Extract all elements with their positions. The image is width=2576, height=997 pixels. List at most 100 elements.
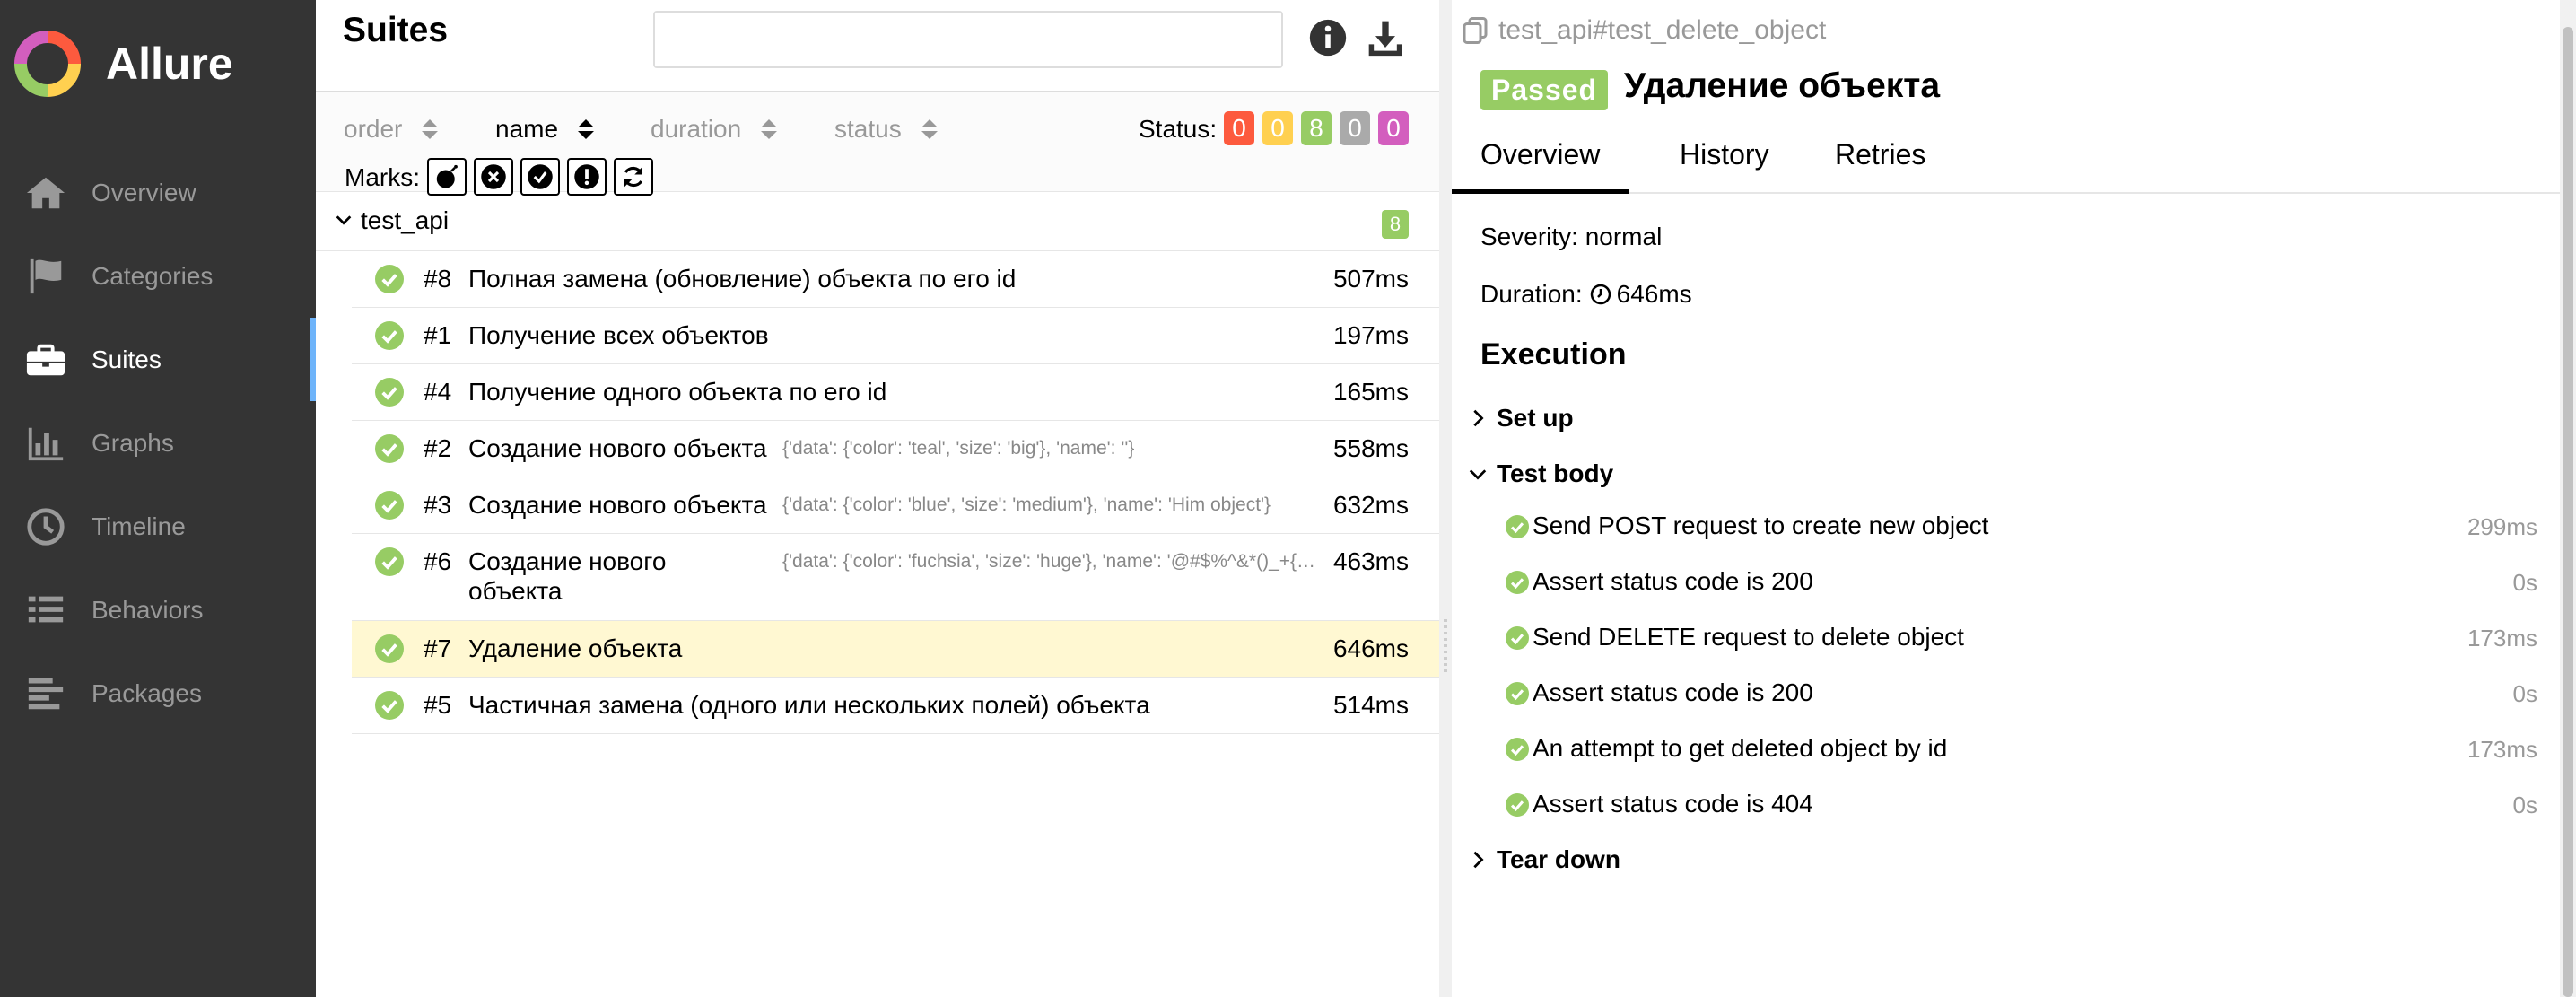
scrollbar[interactable] [2560, 0, 2576, 997]
test-path[interactable]: test_api#test_delete_object [1459, 14, 1826, 47]
brand-name: Allure [106, 38, 233, 89]
passed-status-icon [375, 691, 404, 720]
chevron-right-icon [1473, 851, 1484, 869]
table-row[interactable]: #3 Создание нового объекта {'data': {'co… [352, 477, 1439, 534]
sidebar-item-timeline[interactable]: Timeline [0, 485, 316, 568]
clock-icon [25, 506, 66, 547]
test-name: Создание нового объекта [468, 434, 767, 462]
step-row[interactable]: Assert status code is 404 0s [1506, 788, 2537, 824]
stage-test-body[interactable]: Test body [1468, 459, 1613, 488]
sort-order[interactable]: order [344, 115, 439, 144]
passed-status-icon [375, 378, 404, 407]
sidebar-item-behaviors[interactable]: Behaviors [0, 568, 316, 652]
flag-icon [25, 256, 66, 297]
tab-retries[interactable]: Retries [1806, 138, 1954, 194]
sort-status[interactable]: status [834, 115, 938, 144]
pane-splitter[interactable] [1439, 0, 1452, 997]
test-name: Получение одного объекта по его id [468, 378, 887, 406]
detail-tabs: Overview History Retries [1452, 131, 2560, 194]
sort-status-label: status [834, 115, 902, 143]
severity: Severity: normal [1480, 223, 1663, 250]
status-passed-toggle[interactable]: 8 [1301, 111, 1332, 145]
sort-bar: order name duration status Status: 0 0 8… [316, 92, 1439, 196]
mark-new-passed-toggle[interactable] [520, 158, 560, 196]
test-duration: 507ms [1332, 265, 1409, 293]
test-duration: 632ms [1332, 491, 1409, 519]
sidebar-item-label: Packages [92, 678, 202, 707]
chevron-down-icon [1469, 469, 1487, 480]
sort-icon [761, 119, 778, 139]
stage-teardown[interactable]: Tear down [1468, 845, 1620, 874]
duration-label: Duration: [1480, 280, 1583, 308]
step-row[interactable]: Send POST request to create new object 2… [1506, 510, 2537, 546]
test-duration: 197ms [1332, 321, 1409, 349]
passed-status-icon [1506, 793, 1529, 817]
passed-status-icon [1506, 626, 1529, 650]
download-icon[interactable] [1366, 18, 1405, 57]
stage-setup[interactable]: Set up [1468, 404, 1574, 433]
align-left-icon [25, 673, 66, 714]
status-filter-label: Status: [1139, 115, 1218, 143]
table-row[interactable]: #2 Создание нового объекта {'data': {'co… [352, 421, 1439, 477]
step-duration: 0s [2512, 791, 2537, 818]
sort-icon [422, 119, 439, 139]
test-duration: 558ms [1332, 434, 1409, 462]
tab-overview[interactable]: Overview [1452, 138, 1629, 194]
test-duration: 165ms [1332, 378, 1409, 406]
test-parameters: {'data': {'color': 'teal', 'size': 'big'… [782, 438, 1135, 459]
status-unknown-toggle[interactable]: 0 [1378, 111, 1409, 145]
stage-label: Set up [1497, 404, 1574, 432]
step-row[interactable]: Send DELETE request to delete object 173… [1506, 621, 2537, 657]
times-circle-icon [481, 164, 506, 189]
copy-icon[interactable] [1459, 14, 1491, 47]
table-row[interactable]: #6 Создание нового объекта {'data': {'co… [352, 534, 1439, 621]
table-row[interactable]: #5 Частичная замена (одного или нескольк… [352, 678, 1439, 734]
step-row[interactable]: An attempt to get deleted object by id 1… [1506, 732, 2537, 768]
status-failed-toggle[interactable]: 0 [1224, 111, 1254, 145]
stage-label: Tear down [1497, 845, 1620, 873]
test-name: Частичная замена (одного или нескольких … [468, 691, 1150, 719]
mark-flaky-toggle[interactable] [427, 158, 467, 196]
sort-name[interactable]: name [495, 115, 595, 144]
test-duration: 514ms [1332, 691, 1409, 719]
sidebar-item-graphs[interactable]: Graphs [0, 401, 316, 485]
mark-new-failed-toggle[interactable] [474, 158, 513, 196]
sort-duration-label: duration [651, 115, 742, 143]
list-icon [25, 590, 66, 631]
exclamation-circle-icon [574, 164, 599, 189]
splitter-handle[interactable] [1444, 619, 1447, 673]
mark-new-broken-toggle[interactable] [567, 158, 607, 196]
table-row-selected[interactable]: #7 Удаление объекта 646ms [352, 621, 1439, 678]
sidebar-item-suites[interactable]: Suites [0, 318, 316, 401]
info-icon[interactable] [1308, 18, 1348, 57]
table-row[interactable]: #1 Получение всех объектов 197ms [352, 308, 1439, 364]
search-input[interactable] [653, 11, 1283, 68]
sidebar-nav: Overview Categories Suites Graphs Timeli… [0, 151, 316, 735]
sidebar-item-packages[interactable]: Packages [0, 652, 316, 735]
sort-duration[interactable]: duration [651, 115, 778, 144]
step-row[interactable]: Assert status code is 200 0s [1506, 565, 2537, 601]
status-badge: Passed [1480, 70, 1609, 110]
sidebar-item-categories[interactable]: Categories [0, 234, 316, 318]
table-row[interactable]: #8 Полная замена (обновление) объекта по… [352, 251, 1439, 308]
test-number: #2 [424, 434, 452, 462]
tab-history[interactable]: History [1651, 138, 1798, 194]
mark-retries-toggle[interactable] [614, 158, 653, 196]
brand[interactable]: Allure [0, 0, 316, 127]
status-skipped-toggle[interactable]: 0 [1340, 111, 1370, 145]
suite-group-header[interactable]: test_api 8 [316, 192, 1439, 251]
step-name: Send DELETE request to delete object [1533, 623, 1964, 651]
passed-status-icon [1506, 571, 1529, 594]
clock-icon [1590, 284, 1611, 305]
suites-header: Suites [316, 0, 1439, 92]
execution-heading: Execution [1480, 337, 1627, 372]
status-broken-toggle[interactable]: 0 [1262, 111, 1293, 145]
test-number: #5 [424, 691, 452, 719]
test-name: Удаление объекта [468, 634, 683, 662]
step-row[interactable]: Assert status code is 200 0s [1506, 677, 2537, 713]
table-row[interactable]: #4 Получение одного объекта по его id 16… [352, 364, 1439, 421]
test-path-text: test_api#test_delete_object [1498, 15, 1827, 45]
sidebar-item-overview[interactable]: Overview [0, 151, 316, 234]
test-parameters: {'data': {'color': 'blue', 'size': 'medi… [782, 494, 1271, 515]
marks-label: Marks: [345, 163, 420, 191]
